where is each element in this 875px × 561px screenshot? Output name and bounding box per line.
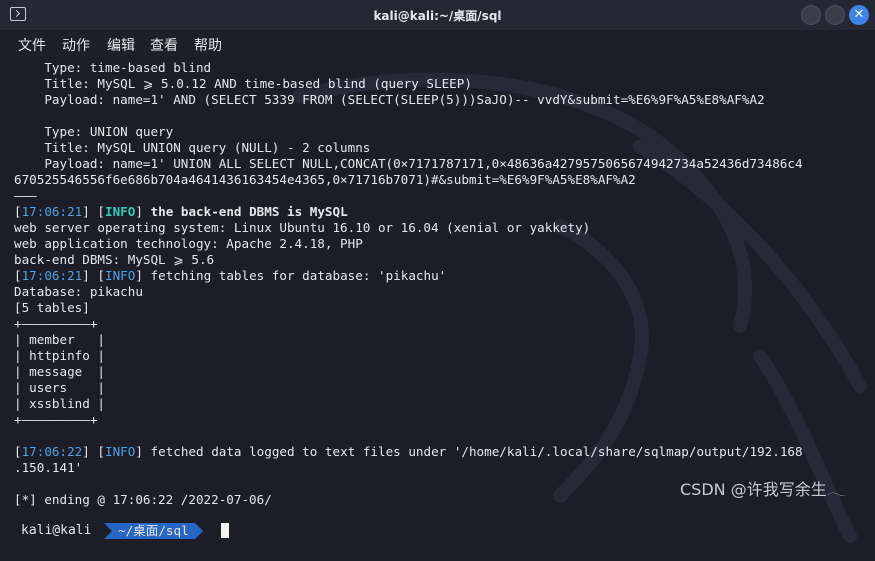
output-line: 670525546556f6e686b704a4641436163454e436… <box>14 172 636 187</box>
menu-help[interactable]: 帮助 <box>194 35 222 55</box>
menu-file[interactable]: 文件 <box>18 35 46 55</box>
table-row: | member | <box>14 332 105 347</box>
output-line: Title: MySQL ⩾ 5.0.12 AND time-based bli… <box>14 76 472 91</box>
log-bracket: ] [ <box>82 204 106 219</box>
close-icon: ✕ <box>853 7 865 22</box>
minimize-button[interactable] <box>801 5 821 25</box>
output-line: web application technology: Apache 2.4.1… <box>14 236 363 251</box>
text-cursor <box>221 523 229 538</box>
table-row: | users | <box>14 380 105 395</box>
log-bracket: ] <box>135 444 151 459</box>
output-line: web server operating system: Linux Ubunt… <box>14 220 591 235</box>
menu-bar: 文件 动作 编辑 查看 帮助 <box>0 31 875 55</box>
log-line: [17:06:21] [INFO] fetching tables for da… <box>14 268 446 284</box>
log-bracket: ] <box>135 204 151 219</box>
table-row: | xssblind | <box>14 396 105 411</box>
menu-view[interactable]: 查看 <box>150 35 178 55</box>
output-line: Type: time-based blind <box>14 60 212 75</box>
log-line: [17:06:22] [INFO] fetched data logged to… <box>14 444 803 460</box>
maximize-button[interactable] <box>825 5 845 25</box>
log-timestamp: 17:06:21 <box>21 268 83 283</box>
log-timestamp: 17:06:21 <box>21 204 83 219</box>
table-border: +—————————+ <box>14 316 98 331</box>
table-row: | message | <box>14 364 105 379</box>
log-level: INFO <box>105 204 136 219</box>
window-title: kali@kali:~/桌面/sql <box>373 9 502 23</box>
log-bracket: ] [ <box>82 444 106 459</box>
table-name: xssblind <box>29 396 90 411</box>
table-row: | httpinfo | <box>14 348 105 363</box>
log-bracket: ] [ <box>82 268 106 283</box>
output-line: .150.141' <box>14 460 83 475</box>
log-level: INFO <box>105 268 136 283</box>
log-timestamp: 17:06:22 <box>21 444 83 459</box>
log-bracket: [ <box>14 444 22 459</box>
log-message: fetching tables for database: 'pikachu' <box>150 268 447 283</box>
output-line: Payload: name=1' AND (SELECT 5339 FROM (… <box>14 92 765 107</box>
output-line: Type: UNION query <box>14 124 174 139</box>
table-name: message <box>29 364 83 379</box>
output-line: [5 tables] <box>14 300 90 315</box>
menu-action[interactable]: 动作 <box>62 35 90 55</box>
output-line: back-end DBMS: MySQL ⩾ 5.6 <box>14 252 215 267</box>
output-line: Payload: name=1' UNION ALL SELECT NULL,C… <box>14 156 803 171</box>
log-bracket: [ <box>14 268 22 283</box>
table-name: users <box>29 380 68 395</box>
prompt-path: ~/桌面/sql <box>104 523 203 539</box>
log-message: fetched data logged to text files under … <box>150 444 803 459</box>
log-bracket: ] <box>135 268 151 283</box>
output-line: [*] ending @ 17:06:22 /2022-07-06/ <box>14 492 272 507</box>
log-bracket: [ <box>14 204 22 219</box>
table-border: +—————————+ <box>14 412 98 427</box>
output-line: Database: pikachu <box>14 284 143 299</box>
title-bar: kali@kali:~/桌面/sql ✕ <box>0 0 875 31</box>
menu-edit[interactable]: 编辑 <box>107 35 135 55</box>
log-level: INFO <box>105 444 136 459</box>
csdn-watermark: CSDN @许我写余生𓂃 <box>680 480 846 499</box>
log-line: [17:06:21] [INFO] the back-end DBMS is M… <box>14 204 348 220</box>
table-name: member <box>29 332 75 347</box>
prompt-host: kali@kali <box>21 523 92 538</box>
close-button[interactable]: ✕ <box>849 5 869 25</box>
output-line: Title: MySQL UNION query (NULL) - 2 colu… <box>14 140 371 155</box>
log-message: the back-end DBMS is MySQL <box>150 204 348 219</box>
table-name: httpinfo <box>29 348 90 363</box>
output-separator: ——— <box>14 188 37 203</box>
